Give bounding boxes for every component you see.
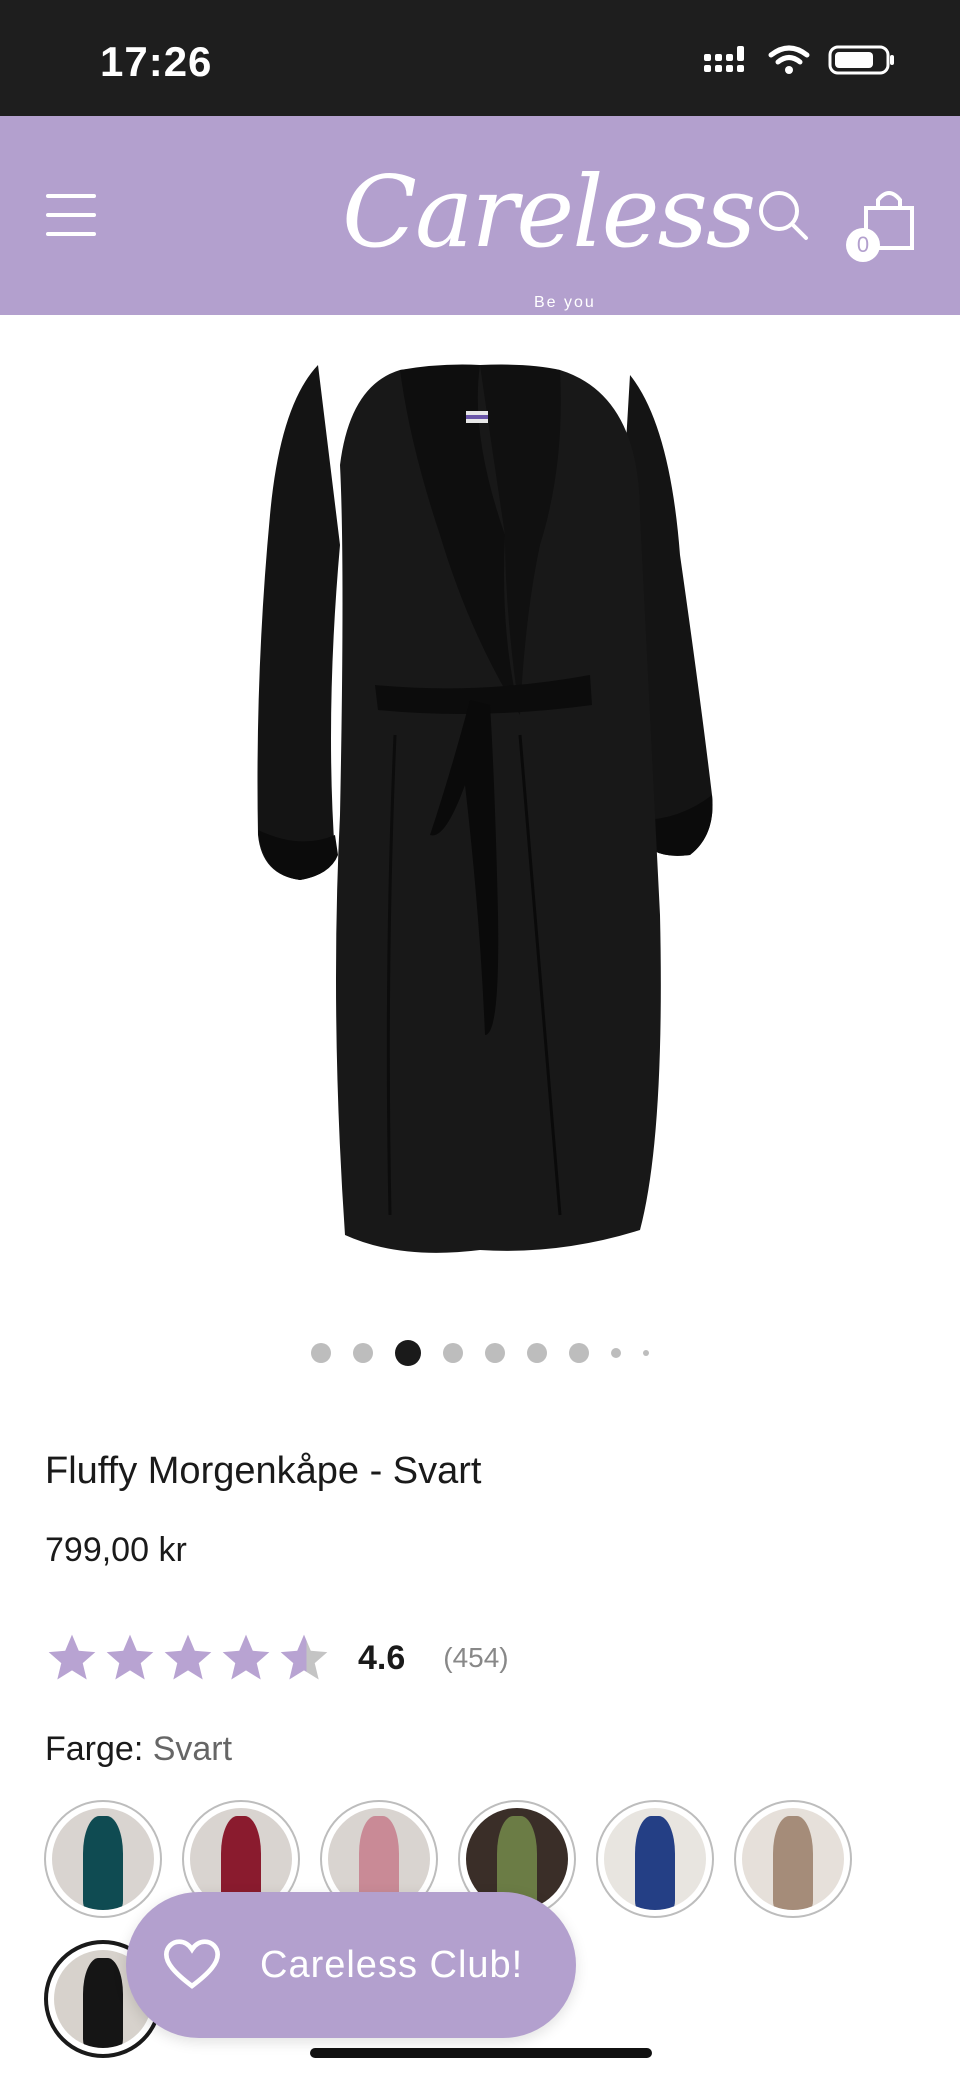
logo-text: Careless (342, 156, 756, 270)
carousel-dot[interactable] (485, 1343, 505, 1363)
status-icons (702, 44, 896, 76)
wifi-icon (768, 45, 810, 74)
logo-tagline: Be you (534, 294, 596, 311)
rating-stars (44, 1630, 332, 1686)
cart-count-badge: 0 (846, 228, 880, 262)
cart-button[interactable]: 0 (846, 186, 918, 262)
carousel-dot[interactable] (569, 1343, 589, 1363)
status-time: 17:26 (100, 38, 213, 85)
rating-count[interactable]: (454) (443, 1642, 508, 1674)
image-carousel-dots (0, 1338, 960, 1368)
menu-icon (46, 194, 96, 198)
color-label: Farge: (45, 1730, 144, 1768)
carousel-dot-active[interactable] (395, 1340, 421, 1366)
menu-button[interactable] (46, 194, 96, 238)
carousel-dot[interactable] (443, 1343, 463, 1363)
star-icon (48, 1634, 96, 1680)
product-title: Fluffy Morgenkåpe - Svart (45, 1450, 482, 1492)
star-icon (222, 1634, 270, 1680)
star-half-icon (280, 1634, 328, 1680)
carousel-dot[interactable] (611, 1348, 621, 1358)
site-header: Careless Be you 0 (0, 116, 960, 315)
swatch-blue[interactable] (596, 1800, 714, 1918)
heart-icon (164, 1939, 220, 1989)
carousel-dot[interactable] (643, 1350, 649, 1356)
logo[interactable]: Careless Be you (330, 144, 756, 311)
color-selection-label: Farge: Svart (45, 1730, 232, 1769)
color-value: Svart (152, 1730, 233, 1768)
rating-value: 4.6 (358, 1638, 406, 1677)
swatch-taupe[interactable] (734, 1800, 852, 1918)
careless-club-button[interactable]: Careless Club! (126, 1892, 576, 2038)
product-rating[interactable]: 4.6 (454) (44, 1630, 509, 1686)
swatch-teal[interactable] (44, 1800, 162, 1918)
star-icon (106, 1634, 154, 1680)
star-icon (164, 1634, 212, 1680)
carousel-dot[interactable] (311, 1343, 331, 1363)
battery-icon (828, 45, 894, 75)
signal-icon (704, 46, 744, 72)
carousel-dot[interactable] (353, 1343, 373, 1363)
search-icon (759, 191, 808, 240)
club-button-label: Careless Club! (260, 1943, 524, 1986)
product-image[interactable] (0, 315, 960, 1315)
carousel-dot[interactable] (527, 1343, 547, 1363)
status-bar: 17:26 (0, 0, 960, 116)
bathrobe-image (257, 364, 713, 1253)
home-indicator (310, 2048, 652, 2058)
search-button[interactable] (756, 188, 812, 244)
product-price: 799,00 kr (45, 1531, 187, 1569)
